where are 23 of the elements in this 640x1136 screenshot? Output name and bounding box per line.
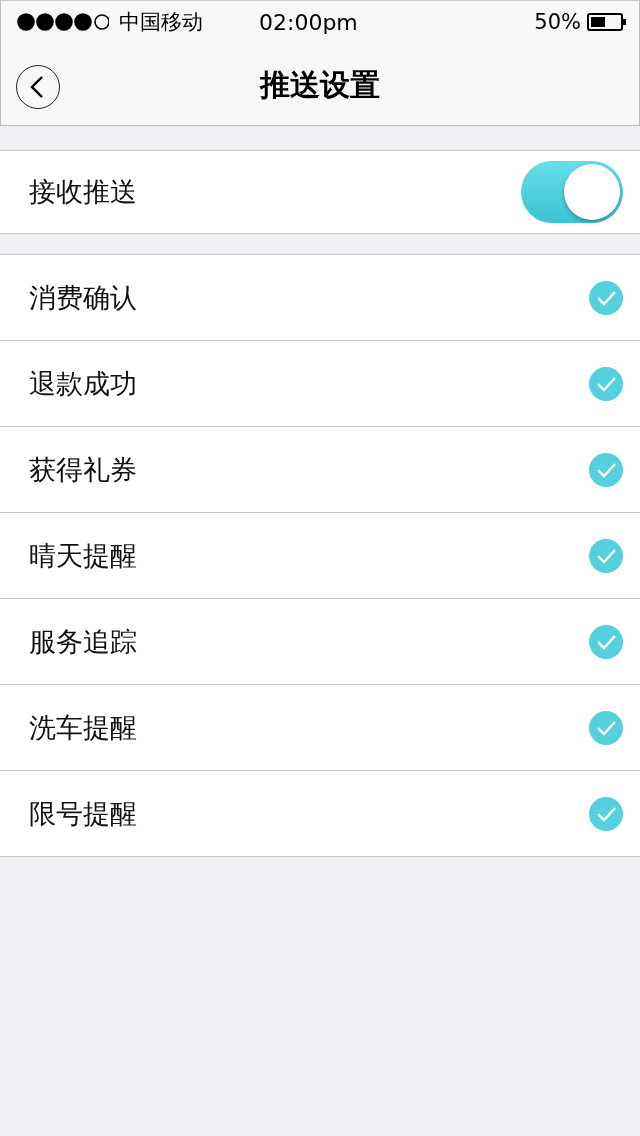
row-label: 退款成功 — [29, 366, 137, 401]
back-icon — [29, 76, 44, 98]
row-label: 限号提醒 — [29, 796, 137, 831]
toggle-switch[interactable] — [521, 161, 623, 223]
carrier-name: 中国移动 — [119, 9, 203, 36]
page-title: 推送设置 — [260, 65, 380, 104]
check-icon[interactable] — [589, 796, 623, 831]
row-label: 晴天提醒 — [29, 538, 137, 573]
check-icon[interactable] — [589, 366, 623, 401]
check-icon[interactable] — [589, 452, 623, 487]
check-icon[interactable] — [589, 280, 623, 315]
row-label: 接收推送 — [29, 175, 137, 209]
battery-percent: 50% — [534, 10, 581, 34]
signal-icon — [17, 13, 109, 31]
row-label: 获得礼券 — [29, 452, 137, 487]
status-time: 02:00pm — [259, 9, 359, 35]
check-icon[interactable] — [589, 538, 623, 573]
row-label: 洗车提醒 — [29, 710, 137, 745]
check-icon[interactable] — [589, 710, 623, 745]
row-label: 服务追踪 — [29, 624, 137, 659]
battery-icon — [587, 13, 627, 31]
row-label: 消费确认 — [29, 280, 137, 315]
check-icon[interactable] — [589, 624, 623, 659]
